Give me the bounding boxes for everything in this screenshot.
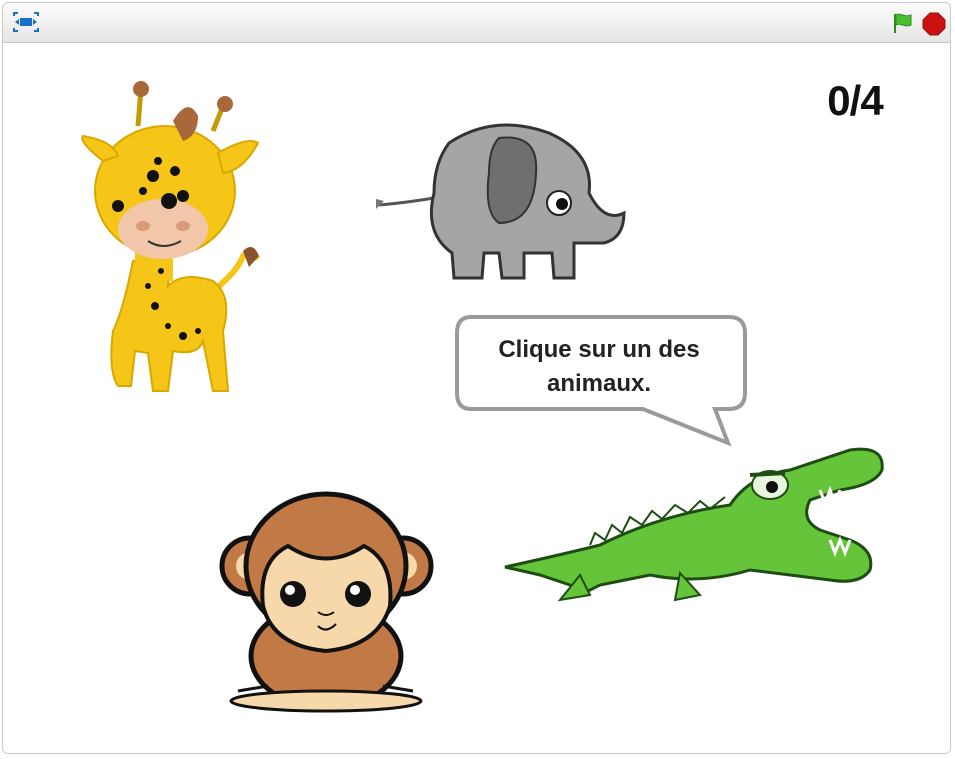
score-counter: 0/4 <box>827 77 883 124</box>
elephant-sprite[interactable] <box>374 113 630 283</box>
speech-bubble: Clique sur un des animaux. <box>453 313 753 448</box>
stop-button[interactable] <box>922 12 946 36</box>
fullscreen-button[interactable] <box>11 10 41 34</box>
speech-bubble-text: Clique sur un des animaux. <box>498 336 700 397</box>
fullscreen-toggle-icon <box>13 12 39 32</box>
crocodile-sprite[interactable] <box>500 445 888 605</box>
giraffe-sprite[interactable] <box>73 81 268 407</box>
scratch-player-window: 0/4 Clique sur un des animaux. <box>2 2 951 754</box>
green-flag-button[interactable] <box>890 11 916 35</box>
monkey-sprite[interactable] <box>218 486 436 718</box>
stage: 0/4 Clique sur un des animaux. <box>3 43 950 753</box>
player-toolbar <box>3 3 950 43</box>
stop-sign-icon <box>922 12 946 36</box>
green-flag-icon <box>894 13 912 33</box>
